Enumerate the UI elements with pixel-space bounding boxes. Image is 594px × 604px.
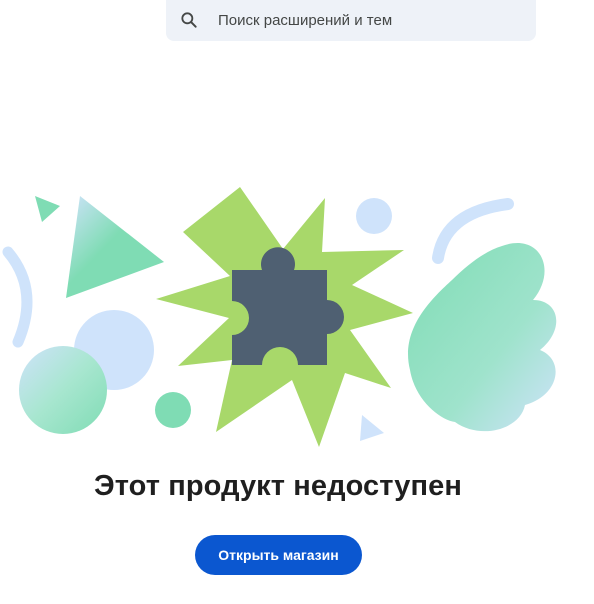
search-icon[interactable] (179, 10, 199, 30)
search-input[interactable] (218, 0, 518, 41)
top-blue-dot-shape (356, 198, 392, 234)
unavailable-illustration (2, 187, 557, 447)
bottom-small-triangle-shape (360, 415, 384, 441)
open-store-button[interactable]: Открыть магазин (195, 535, 362, 575)
left-arc-shape (2, 246, 33, 348)
page-title: Этот продукт недоступен (94, 470, 462, 502)
wavy-blob-shape (408, 243, 557, 432)
gradient-circle-shape (19, 346, 107, 434)
large-triangle-shape (66, 196, 164, 298)
search-bar[interactable] (166, 0, 536, 41)
small-mint-circle-shape (155, 392, 191, 428)
small-triangle-shape (35, 196, 60, 222)
